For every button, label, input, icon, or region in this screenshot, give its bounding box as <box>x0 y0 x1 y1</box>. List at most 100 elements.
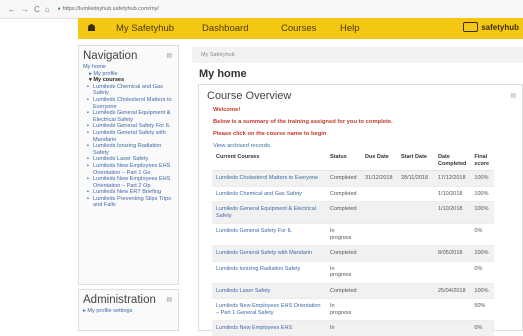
course-date-completed <box>434 223 471 246</box>
course-status: In progress <box>326 223 361 246</box>
administration-block: Administration ▤ ▸ My profile settings <box>78 289 179 331</box>
table-row: Lumileds Chemical and Gas Safety Complete… <box>212 185 495 202</box>
lock-icon: ● <box>57 6 61 12</box>
course-date-completed: 1/10/2018 <box>434 185 471 202</box>
course-name-link[interactable]: Lumileds Ionizing Radiation Safety <box>212 260 326 283</box>
course-start-date <box>397 320 434 336</box>
nav-course-label: Lumileds Preventing Slips Trips and Fall… <box>93 195 172 209</box>
table-row: Lumileds Laser Safety Completed 25/04/2018… <box>212 282 495 299</box>
course-start-date <box>397 245 434 261</box>
nav-course-item[interactable]: ▪ Lumileds New Employees EHS Orientation … <box>83 176 174 189</box>
reload-icon[interactable]: C <box>34 5 40 14</box>
nav-course-label: Lumileds Cholesterol Matters to Everyone <box>93 96 172 110</box>
course-final-score: 100% <box>470 185 495 202</box>
nav-course-label: Lumileds New ERT Briefing <box>93 189 162 196</box>
nav-course-item[interactable]: ▪ Lumileds General Safety with Mandarin <box>83 130 174 143</box>
course-name-link[interactable]: Lumileds General Equipment & Electrical … <box>212 201 326 224</box>
col-current-courses: Current Courses <box>212 151 326 171</box>
course-name-link[interactable]: Lumileds New Employees EHS Orientation –… <box>212 298 326 321</box>
course-start-date <box>397 282 434 299</box>
nav-courses[interactable]: Courses <box>281 23 316 34</box>
nav-course-item[interactable]: ▪ Lumileds New ERT Briefing <box>83 189 174 196</box>
top-navigation: ☗ My Safetyhub Dashboard Courses Help sa… <box>78 18 523 39</box>
administration-title: Administration <box>83 294 156 306</box>
col-final-score: Final score <box>470 151 495 171</box>
course-due-date <box>361 185 397 202</box>
course-name-link[interactable]: Lumileds Cholesterol Matters to Everyone <box>212 170 326 186</box>
course-status: Completed <box>326 170 361 186</box>
table-row: Lumileds General Equipment & Electrical … <box>212 201 495 224</box>
course-final-score: 100% <box>470 201 495 224</box>
nav-course-label: Lumileds Ionizing Radiation Safety <box>93 143 162 156</box>
nav-dashboard[interactable]: Dashboard <box>202 23 248 34</box>
house-icon[interactable]: ☗ <box>87 23 96 34</box>
address-bar[interactable]: ● https://lumiledsyhub.safetyhub.com/my/ <box>58 6 159 12</box>
course-start-date <box>397 201 434 224</box>
nav-course-label: Lumileds General Safety For IL <box>93 123 171 130</box>
course-name-link[interactable]: Lumileds New Employees EHS <box>212 320 326 336</box>
block-collapse-icon[interactable]: ▤ <box>166 296 172 303</box>
brand-logo[interactable]: safetyhub <box>463 22 519 32</box>
course-final-score: 100% <box>470 245 495 261</box>
course-start-date <box>397 298 434 321</box>
view-archived-link[interactable]: View archived records <box>213 143 270 149</box>
nav-my-safetyhub[interactable]: My Safetyhub <box>116 23 174 34</box>
nav-my-courses[interactable]: ▾ My courses <box>83 77 174 84</box>
course-name-link[interactable]: Lumileds General Safety with Mandarin <box>212 245 326 261</box>
nav-course-item[interactable]: ▪ Lumileds General Equipment & Electrical… <box>83 110 174 123</box>
course-final-score: 50% <box>470 298 495 321</box>
course-final-score: 100% <box>470 170 495 186</box>
course-name-link[interactable]: Lumileds Chemical and Gas Safety <box>212 185 326 202</box>
course-date-completed <box>434 260 471 283</box>
course-status: Completed <box>326 185 361 202</box>
nav-course-label: Lumileds General Equipment & Electrical … <box>93 110 171 123</box>
table-row: Lumileds General Safety For IL In progres… <box>212 223 495 246</box>
url-text: https://lumiledsyhub.safetyhub.com/my/ <box>62 6 159 12</box>
table-row: Lumileds New Employees EHS In 0% <box>212 320 495 336</box>
nav-course-label: Lumileds Laser Safety <box>93 156 149 163</box>
course-due-date <box>361 298 397 321</box>
course-start-date: 28/11/2018 <box>397 170 434 186</box>
course-due-date <box>361 201 397 224</box>
col-date-completed: Date Completed <box>434 151 471 171</box>
block-collapse-icon[interactable]: ▤ <box>166 52 172 59</box>
nav-my-home[interactable]: My home <box>83 64 174 71</box>
back-icon[interactable]: ← <box>8 5 16 14</box>
brand-name: safetyhub <box>481 22 519 32</box>
nav-my-courses-label: My courses <box>93 77 125 84</box>
nav-course-item[interactable]: ▪ Lumileds Preventing Slips Trips and Fal… <box>83 196 174 209</box>
course-start-date <box>397 223 434 246</box>
nav-course-item[interactable]: ▪ Lumileds Cholesterol Matters to Everyon… <box>83 97 174 110</box>
course-overview-title: Course Overview <box>207 90 292 102</box>
nav-course-item[interactable]: ▪ Lumileds General Safety For IL <box>83 123 174 130</box>
course-due-date: 31/12/2018 <box>361 170 397 186</box>
nav-my-profile[interactable]: ▸ My profile <box>83 71 174 78</box>
forward-icon[interactable]: → <box>21 5 29 14</box>
browser-toolbar: ← → C ⌂ ● https://lumiledsyhub.safetyhub… <box>0 0 523 19</box>
course-due-date <box>361 223 397 246</box>
nav-course-item[interactable]: ▪ Lumileds New Employees EHS Orientation … <box>83 163 174 176</box>
col-start-date: Start Date <box>397 151 434 171</box>
instruction-message: Please click on the course name to begin <box>213 131 327 137</box>
page-title: My home <box>199 68 247 80</box>
nav-course-item[interactable]: ▪ Lumileds Ionizing Radiation Safety <box>83 143 174 156</box>
course-date-completed: 17/12/2018 <box>434 170 471 186</box>
breadcrumb[interactable]: My Safetyhub <box>192 47 523 63</box>
nav-help[interactable]: Help <box>340 23 360 34</box>
course-name-link[interactable]: Lumileds General Safety For IL <box>212 223 326 246</box>
course-final-score: 0% <box>470 223 495 246</box>
course-date-completed: 1/10/2018 <box>434 201 471 224</box>
table-row: Lumileds General Safety with Mandarin Com… <box>212 245 495 261</box>
course-status: In <box>326 320 361 336</box>
block-collapse-icon[interactable]: ▤ <box>510 92 516 99</box>
admin-my-profile-settings[interactable]: ▸ My profile settings <box>79 306 178 314</box>
course-status: Completed <box>326 245 361 261</box>
course-due-date <box>361 245 397 261</box>
course-date-completed: 8/05/2018 <box>434 245 471 261</box>
home-icon[interactable]: ⌂ <box>45 5 50 14</box>
course-date-completed <box>434 320 471 336</box>
nav-course-item[interactable]: ▪ Lumileds Laser Safety <box>83 156 174 163</box>
course-name-link[interactable]: Lumileds Laser Safety <box>212 282 326 299</box>
nav-course-item[interactable]: ▪ Lumileds Chemical and Gas Safety <box>83 84 174 97</box>
course-final-score: 0% <box>470 320 495 336</box>
